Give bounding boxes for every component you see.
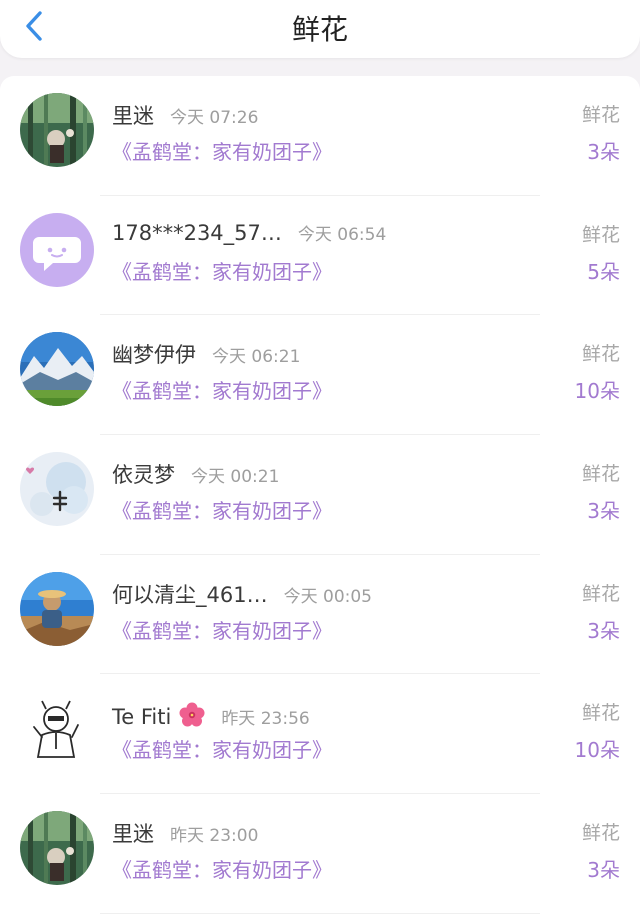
gift-type-label: 鲜花 [581,702,620,725]
book-title-link[interactable]: 《孟鹤堂：家有奶团子》 [112,495,332,524]
user-name[interactable]: 178***234_57… [112,221,282,245]
page-title: 鲜花 [291,13,348,46]
list-item[interactable]: 何以清尘_461… 今天 00:05 《孟鹤堂：家有奶团子》 鲜花 3朵 [0,555,640,675]
book-title-link[interactable]: 《孟鹤堂：家有奶团子》 [112,734,332,763]
top-bar: 鲜花 [0,0,640,58]
user-name[interactable]: 何以清尘_461… [112,579,268,609]
book-title-link[interactable]: 《孟鹤堂：家有奶团子》 [112,256,332,285]
avatar[interactable] [20,93,94,167]
list-item[interactable]: 里迷 今天 07:26 《孟鹤堂：家有奶团子》 鲜花 3朵 [0,76,640,196]
hibiscus-icon [179,702,205,732]
list-item[interactable]: 幽梦伊伊 今天 06:21 《孟鹤堂：家有奶团子》 鲜花 10朵 [0,315,640,435]
timestamp: 今天 06:21 [212,347,301,368]
user-name[interactable]: 依灵梦 [112,459,175,489]
book-title-link[interactable]: 《孟鹤堂：家有奶团子》 [112,615,332,644]
list-item[interactable]: 里迷 昨天 23:00 《孟鹤堂：家有奶团子》 鲜花 3朵 [0,794,640,914]
list-item[interactable]: Te Fiti 昨天 23:56 《孟鹤堂：家有奶团子》 鲜花 10朵 [0,674,640,794]
user-name[interactable]: 幽梦伊伊 [112,339,196,369]
avatar[interactable] [20,571,94,646]
avatar[interactable] [20,212,94,287]
gift-type-label: 鲜花 [581,104,620,126]
gift-count: 3朵 [587,858,620,883]
gift-count: 5朵 [587,259,620,284]
gift-type-label: 鲜花 [581,343,620,366]
book-title-link[interactable]: 《孟鹤堂：家有奶团子》 [112,136,332,165]
timestamp: 昨天 23:00 [170,826,259,847]
user-name[interactable]: 里迷 [112,100,154,130]
avatar[interactable] [20,811,94,886]
flower-gift-list: 里迷 今天 07:26 《孟鹤堂：家有奶团子》 鲜花 3朵 178***234_… [0,76,640,920]
gift-count: 3朵 [587,140,620,164]
timestamp: 昨天 23:56 [221,709,310,730]
timestamp: 今天 06:54 [297,224,387,245]
gift-type-label: 鲜花 [581,582,620,605]
timestamp: 今天 00:21 [191,467,280,488]
gift-type-label: 鲜花 [581,463,620,486]
timestamp: 今天 07:26 [170,108,259,128]
book-title-link[interactable]: 《孟鹤堂：家有奶团子》 [112,854,332,883]
gift-type-label: 鲜花 [581,223,620,246]
gift-count: 3朵 [587,499,620,524]
list-item[interactable]: 178***234_57… 今天 06:54 《孟鹤堂：家有奶团子》 鲜花 5朵 [0,196,640,316]
list-item[interactable]: 依灵梦 今天 00:21 《孟鹤堂：家有奶团子》 鲜花 3朵 [0,435,640,555]
timestamp: 今天 00:05 [283,586,372,607]
gift-type-label: 鲜花 [581,822,620,845]
gift-count: 10朵 [574,738,620,763]
user-name[interactable]: 里迷 [112,818,154,848]
gift-count: 10朵 [574,379,620,404]
avatar[interactable] [20,691,94,766]
avatar[interactable] [20,452,94,527]
gift-count: 3朵 [587,618,620,643]
book-title-link[interactable]: 《孟鹤堂：家有奶团子》 [112,375,332,404]
user-name[interactable]: Te Fiti [112,705,171,729]
avatar[interactable] [20,332,94,407]
